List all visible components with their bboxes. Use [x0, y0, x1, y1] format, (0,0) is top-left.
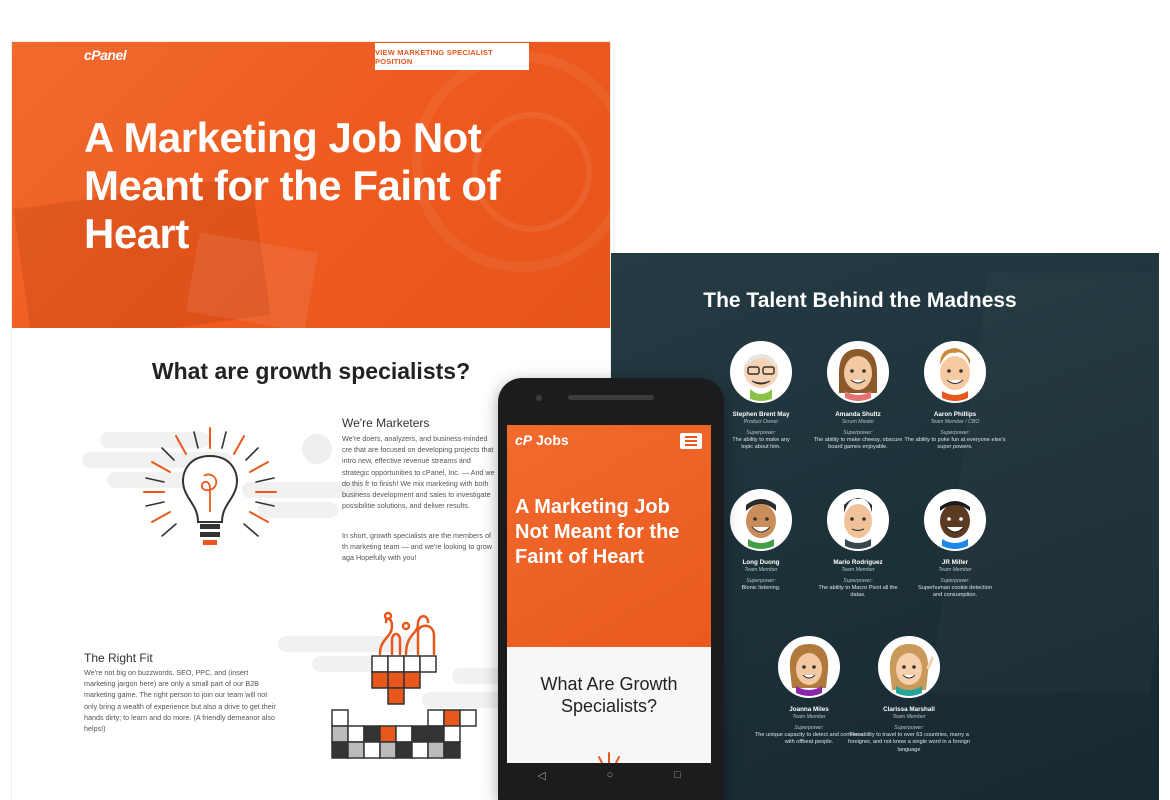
- member-role: Team Member / CBO: [930, 419, 980, 425]
- marketers-heading: We're Marketers: [342, 416, 430, 430]
- team-member-card: Aaron Phillips Team Member / CBO Superpo…: [895, 341, 1015, 452]
- member-superpower: Superhuman cookie detection and consumpt…: [917, 585, 992, 599]
- talent-title: The Talent Behind the Madness: [703, 289, 1017, 312]
- member-name: JR Miller: [941, 559, 969, 566]
- back-icon[interactable]: ◁: [537, 769, 545, 782]
- right-fit-heading: The Right Fit: [84, 651, 153, 665]
- android-nav-bar: ◁ ○ □: [507, 763, 711, 787]
- recent-apps-icon[interactable]: □: [674, 769, 681, 781]
- cpanel-logo[interactable]: cPanel: [84, 47, 127, 63]
- member-role: Team Member: [938, 567, 972, 573]
- hamburger-menu-icon[interactable]: [680, 433, 702, 449]
- view-position-button[interactable]: VIEW MARKETING SPECIALIST POSITION: [375, 43, 529, 70]
- right-fit-paragraph: We're not big on buzzwords. SEO, PPC, an…: [84, 668, 276, 734]
- avatar: [827, 489, 889, 551]
- mobile-section: What Are Growth Specialists?: [507, 647, 711, 766]
- avatar: [730, 489, 792, 551]
- talent-background-shape: [929, 273, 1159, 693]
- speaker-grille: [568, 395, 654, 400]
- superpower-label: Superpower:: [940, 578, 970, 584]
- mobile-hero-title: A Marketing Job Not Meant for the Faint …: [515, 496, 680, 568]
- hero-banner: cPanel VIEW MARKETING SPECIALIST POSITIO…: [12, 42, 610, 328]
- lightbulb-illustration: [140, 426, 280, 566]
- avatar: [924, 341, 986, 403]
- member-superpower: The ability to poke fun at everyone else…: [904, 437, 1006, 451]
- camera-icon: [536, 395, 542, 401]
- superpower-label: Superpower:: [894, 725, 924, 731]
- team-member-card: JR Miller Team Member Superpower: Superh…: [895, 489, 1015, 600]
- marketers-summary: In short, growth specialists are the mem…: [342, 531, 492, 563]
- member-name: Aaron Phillips: [933, 411, 977, 418]
- building-blocks-illustration: [330, 610, 480, 770]
- avatar: [827, 341, 889, 403]
- home-icon[interactable]: ○: [607, 769, 614, 781]
- avatar: [730, 341, 792, 403]
- hero-title: A Marketing Job Not Meant for the Faint …: [84, 114, 500, 257]
- mobile-section-title: What Are Growth Specialists?: [540, 674, 678, 716]
- superpower-label: Superpower:: [940, 430, 970, 436]
- cpanel-mark-icon: cP: [515, 432, 533, 448]
- mobile-jobs-logo[interactable]: cP Jobs: [515, 432, 569, 448]
- phone-screen: cP Jobs A Marketing Job Not Meant for th…: [507, 425, 711, 787]
- avatar: [778, 636, 840, 698]
- member-superpower: The ability to travel to over 63 countri…: [848, 732, 970, 753]
- mobile-logo-text: Jobs: [536, 432, 569, 448]
- marketers-paragraph: We're doers, analyzers, and business-min…: [342, 434, 495, 511]
- member-name: Clarissa Marshall: [883, 706, 935, 713]
- avatar: [878, 636, 940, 698]
- member-role: Team Member: [892, 714, 926, 720]
- mobile-phone-mockup: cP Jobs A Marketing Job Not Meant for th…: [498, 378, 724, 800]
- avatar: [924, 489, 986, 551]
- team-member-card: Clarissa Marshall Team Member Superpower…: [847, 636, 971, 754]
- cloud-decoration: [302, 434, 332, 464]
- mobile-hero: cP Jobs A Marketing Job Not Meant for th…: [507, 425, 711, 647]
